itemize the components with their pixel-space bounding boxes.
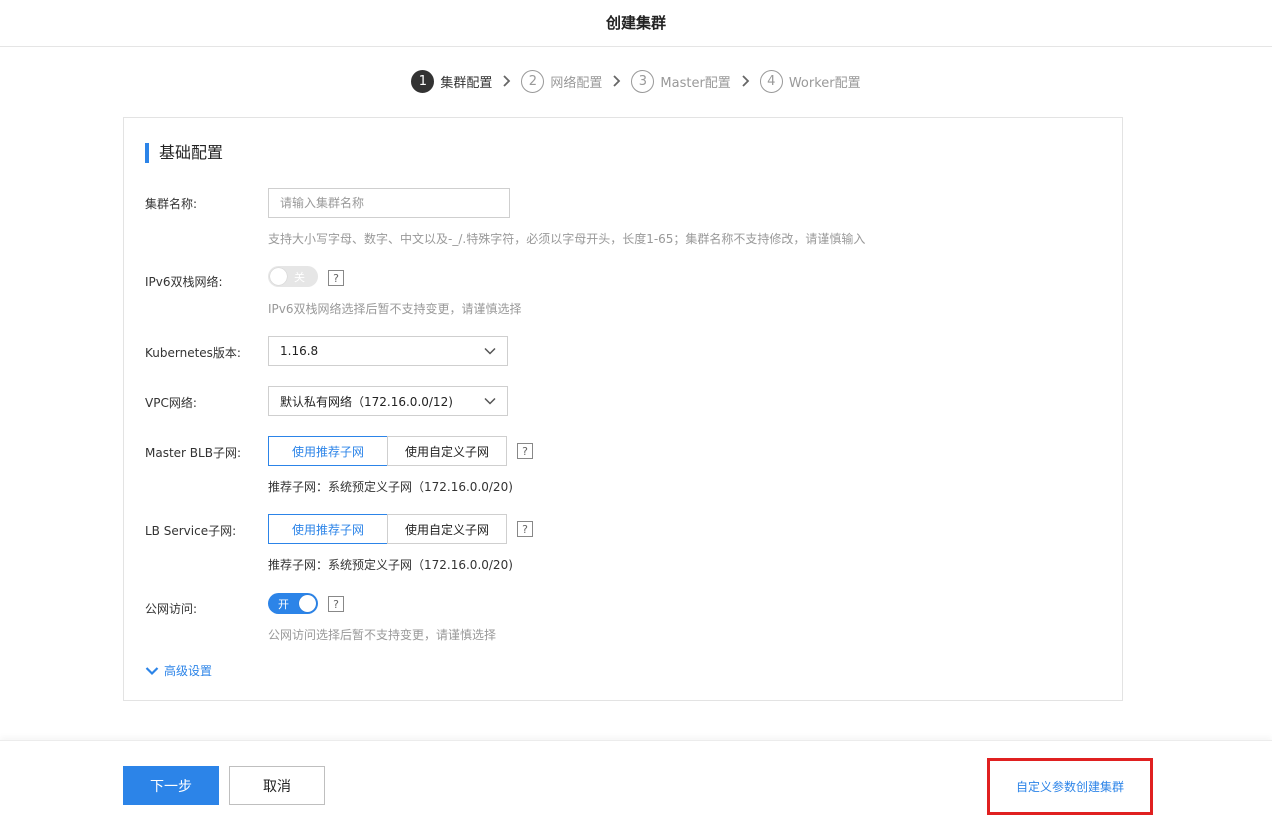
section-title: 基础配置 (145, 143, 223, 163)
step-indicator: 1 集群配置 2 网络配置 3 Master配置 4 Worker配置 (0, 68, 1272, 94)
lb-service-label: LB Service子网: (145, 524, 237, 538)
cancel-button[interactable]: 取消 (229, 766, 325, 805)
lb-service-hint: 推荐子网：系统预定义子网（172.16.0.0/20) (268, 558, 513, 572)
step-label: 集群配置 (440, 75, 493, 91)
k8s-version-select[interactable]: 1.16.8 (268, 336, 508, 366)
basic-config-card: 基础配置 集群名称: 支持大小写字母、数字、中文以及-_/.特殊字符，必须以字母… (123, 117, 1123, 701)
master-blb-subnet-choice: 使用推荐子网 使用自定义子网 (268, 436, 507, 466)
public-access-label: 公网访问: (145, 602, 198, 616)
chevron-right-icon (612, 75, 621, 87)
toggle-knob (270, 268, 287, 285)
k8s-version-label: Kubernetes版本: (145, 346, 241, 360)
step-number: 4 (759, 69, 783, 93)
toggle-knob (299, 595, 316, 612)
toggle-text: 关 (294, 271, 305, 284)
cluster-name-label: 集群名称: (145, 197, 198, 211)
recommended-subnet-button[interactable]: 使用推荐子网 (268, 514, 388, 544)
step-2: 2 网络配置 (521, 69, 603, 93)
step-number: 3 (631, 69, 655, 93)
k8s-version-value: 1.16.8 (280, 344, 319, 358)
step-1: 1 集群配置 (411, 69, 493, 93)
help-icon[interactable]: ? (517, 521, 533, 537)
vpc-select[interactable]: 默认私有网络（172.16.0.0/12) (268, 386, 508, 416)
recommended-subnet-button[interactable]: 使用推荐子网 (268, 436, 388, 466)
step-label: Master配置 (660, 75, 731, 91)
next-step-button[interactable]: 下一步 (123, 766, 219, 805)
ipv6-hint: IPv6双栈网络选择后暂不支持变更，请谨慎选择 (268, 302, 522, 316)
vpc-value: 默认私有网络（172.16.0.0/12) (280, 394, 453, 409)
chevron-down-icon (484, 347, 496, 355)
vpc-label: VPC网络: (145, 396, 197, 410)
custom-params-create-link[interactable]: 自定义参数创建集群 (1016, 778, 1124, 795)
step-3: 3 Master配置 (631, 69, 731, 93)
create-cluster-page: 创建集群 1 集群配置 2 网络配置 3 Master配置 4 Worker配置… (0, 0, 1272, 819)
advanced-settings-label: 高级设置 (164, 664, 213, 678)
step-number: 1 (411, 69, 435, 93)
chevron-down-icon (484, 397, 496, 405)
lb-service-subnet-choice: 使用推荐子网 使用自定义子网 (268, 514, 507, 544)
page-title: 创建集群 (605, 14, 666, 32)
master-blb-label: Master BLB子网: (145, 446, 241, 460)
ipv6-label: IPv6双栈网络: (145, 275, 223, 289)
toggle-text: 开 (278, 598, 289, 611)
master-blb-hint: 推荐子网：系统预定义子网（172.16.0.0/20) (268, 480, 513, 494)
step-4: 4 Worker配置 (759, 69, 861, 93)
step-label: Worker配置 (788, 75, 861, 91)
ipv6-toggle[interactable]: 关 (268, 266, 318, 287)
footer-bar: 下一步 取消 自定义参数创建集群 (0, 740, 1272, 819)
public-access-toggle[interactable]: 开 (268, 593, 318, 614)
highlight-box: 自定义参数创建集群 (987, 758, 1153, 815)
advanced-settings-toggle[interactable]: 高级设置 (145, 662, 212, 679)
cluster-name-input[interactable] (268, 188, 510, 218)
chevron-right-icon (741, 75, 750, 87)
cluster-name-hint: 支持大小写字母、数字、中文以及-_/.特殊字符，必须以字母开头，长度1-65；集… (268, 232, 866, 246)
custom-subnet-button[interactable]: 使用自定义子网 (387, 514, 507, 544)
chevron-right-icon (502, 75, 511, 87)
public-access-hint: 公网访问选择后暂不支持变更，请谨慎选择 (268, 628, 497, 642)
step-label: 网络配置 (550, 75, 603, 91)
header: 创建集群 (0, 0, 1272, 47)
step-number: 2 (521, 69, 545, 93)
help-icon[interactable]: ? (328, 270, 344, 286)
help-icon[interactable]: ? (517, 443, 533, 459)
chevron-down-icon (145, 666, 159, 675)
help-icon[interactable]: ? (328, 596, 344, 612)
custom-subnet-button[interactable]: 使用自定义子网 (387, 436, 507, 466)
